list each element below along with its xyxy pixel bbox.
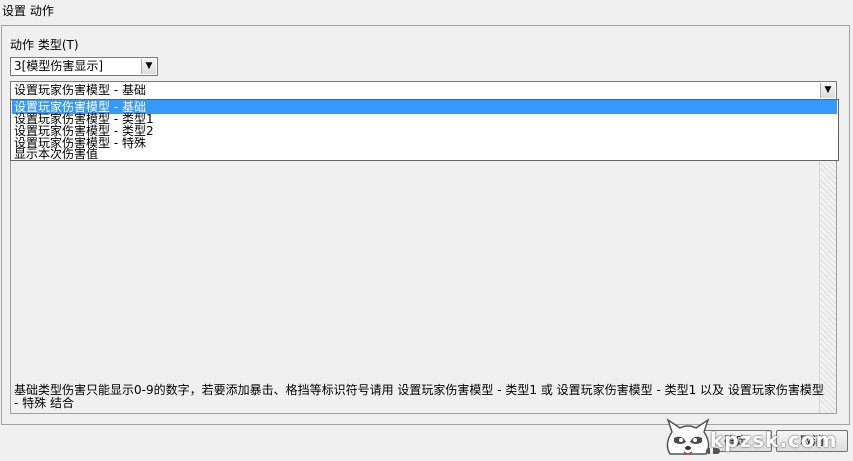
action-dropdown-list[interactable]: 设置玩家伤害模型 - 基础 设置玩家伤害模型 - 类型1 设置玩家伤害模型 - …: [10, 99, 839, 161]
watermark-text: kpzsk.com: [710, 428, 838, 452]
action-type-label: 动作 类型(T): [10, 38, 79, 52]
action-value: 设置玩家伤害模型 - 基础: [14, 83, 146, 97]
watermark: kpzsk.com: [662, 414, 853, 461]
description-text: 基础类型伤害只能显示0-9的数字，若要添加暴击、格挡等标识符号请用 设置玩家伤害…: [14, 383, 824, 410]
dropdown-option[interactable]: 显示本次伤害值: [12, 147, 837, 161]
chevron-down-icon[interactable]: ▼: [820, 83, 835, 98]
window-title: 设置 动作: [0, 0, 853, 22]
action-select[interactable]: 设置玩家伤害模型 - 基础 ▼: [10, 81, 837, 100]
action-type-select[interactable]: 3[模型伤害显示] ▼: [10, 57, 158, 76]
chevron-down-icon[interactable]: ▼: [141, 59, 156, 74]
action-type-value: 3[模型伤害显示]: [14, 59, 103, 73]
settings-dialog: 设置 动作 动作 类型(T) 3[模型伤害显示] ▼ 设置玩家伤害模型 - 基础…: [0, 0, 853, 461]
